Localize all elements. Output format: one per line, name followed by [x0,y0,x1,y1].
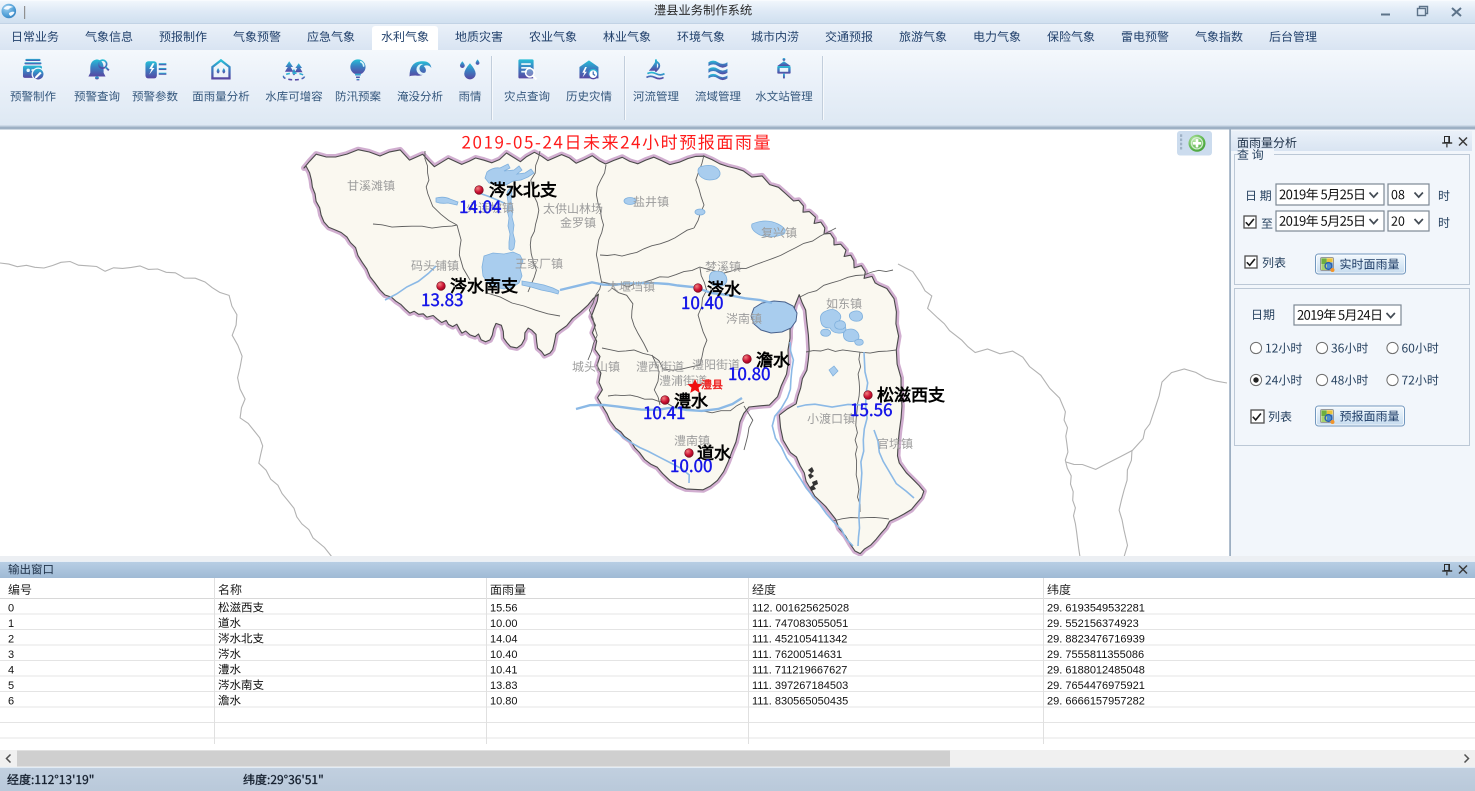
svg-text:111. 747083055051: 111. 747083055051 [752,618,848,630]
svg-text:112. 001625625028: 112. 001625625028 [752,603,849,615]
svg-text:29. 6193549532281: 29. 6193549532281 [1047,603,1145,615]
svg-text:15.56: 15.56 [490,603,518,615]
svg-text:10.41: 10.41 [490,665,518,677]
svg-text:0: 0 [8,603,14,615]
svg-text:10.00: 10.00 [490,618,518,630]
svg-text:111. 452105411342: 111. 452105411342 [752,634,847,646]
svg-text:3: 3 [8,649,14,661]
svg-text:14.04: 14.04 [490,634,518,646]
svg-text:1: 1 [8,618,14,630]
svg-text:29. 7555811355086: 29. 7555811355086 [1047,649,1144,661]
svg-text:29. 552156374923: 29. 552156374923 [1047,618,1139,630]
svg-text:111. 711219667627: 111. 711219667627 [752,665,847,677]
svg-text:29. 7654476975921: 29. 7654476975921 [1047,680,1145,692]
svg-text:29. 6666157957282: 29. 6666157957282 [1047,696,1145,708]
svg-text:10.40: 10.40 [490,649,518,661]
svg-text:5: 5 [8,680,14,692]
svg-text:4: 4 [8,665,14,677]
svg-text:10.80: 10.80 [490,696,518,708]
svg-text:111. 830565050435: 111. 830565050435 [752,696,848,708]
svg-text:2: 2 [8,634,14,646]
svg-text:6: 6 [8,696,14,708]
svg-text:13.83: 13.83 [490,680,518,692]
svg-text:29. 6188012485048: 29. 6188012485048 [1047,665,1145,677]
svg-text:111. 76200514631: 111. 76200514631 [752,649,842,661]
svg-text:111. 397267184503: 111. 397267184503 [752,680,848,692]
svg-text:29. 8823476716939: 29. 8823476716939 [1047,634,1145,646]
